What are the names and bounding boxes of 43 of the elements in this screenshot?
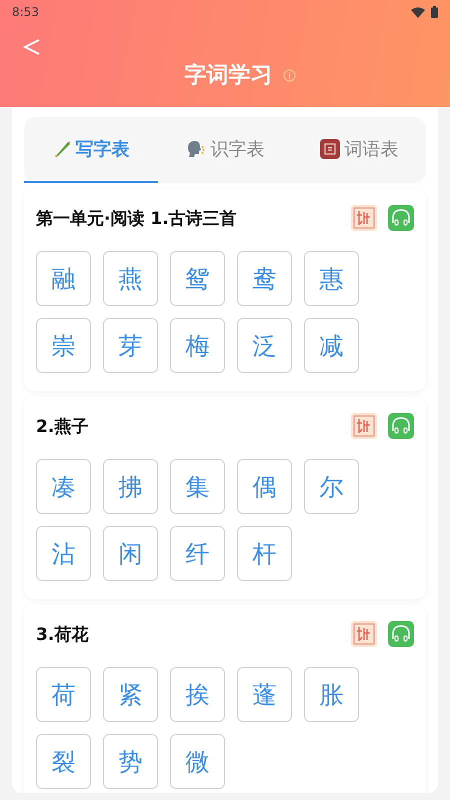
character-tile[interactable]: 芽 [103, 318, 158, 373]
lesson-title: 2.燕子 [36, 416, 90, 438]
character-tile[interactable]: 泛 [237, 318, 292, 373]
character-tile[interactable]: 减 [304, 318, 359, 373]
lesson-title: 第一单元·阅读 1.古诗三首 [36, 208, 238, 230]
lesson-title: 3.荷花 [36, 624, 90, 646]
character-tile[interactable]: 惠 [304, 251, 359, 306]
status-time: 8:53 [12, 5, 39, 19]
battery-icon [431, 6, 438, 18]
character-tile[interactable]: 梅 [170, 318, 225, 373]
character-tile[interactable]: 势 [103, 734, 158, 789]
character-tile[interactable]: 集 [170, 459, 225, 514]
pencil-icon [52, 140, 70, 158]
character-tile[interactable]: 尔 [304, 459, 359, 514]
character-tile[interactable]: 闲 [103, 526, 158, 581]
character-tile[interactable]: 鸳 [170, 251, 225, 306]
speaking-head-icon [186, 140, 206, 158]
tab[interactable]: 词语表 [292, 117, 426, 183]
headphones-icon[interactable] [388, 205, 414, 231]
character-tile[interactable]: 沾 [36, 526, 91, 581]
character-tile[interactable]: 挨 [170, 667, 225, 722]
character-tile[interactable]: 拂 [103, 459, 158, 514]
character-tile[interactable]: 纤 [170, 526, 225, 581]
character-tile[interactable]: 杆 [237, 526, 292, 581]
character-tile[interactable]: 偶 [237, 459, 292, 514]
character-tile[interactable]: 鸯 [237, 251, 292, 306]
headphones-icon[interactable] [388, 413, 414, 439]
character-tile[interactable]: 崇 [36, 318, 91, 373]
tab[interactable]: 识字表 [158, 117, 292, 183]
character-tile[interactable]: 燕 [103, 251, 158, 306]
page-title: 字词学习 [184, 62, 272, 90]
character-tile[interactable]: 胀 [304, 667, 359, 722]
character-tile[interactable]: 紧 [103, 667, 158, 722]
wifi-icon [411, 6, 425, 18]
character-tile[interactable]: 蓬 [237, 667, 292, 722]
tab[interactable]: 写字表 [24, 117, 158, 183]
character-tile[interactable]: 融 [36, 251, 91, 306]
character-tile[interactable]: 凑 [36, 459, 91, 514]
headphones-icon[interactable] [388, 621, 414, 647]
character-tile[interactable]: 微 [170, 734, 225, 789]
info-icon[interactable] [282, 68, 296, 82]
character-tile[interactable]: 裂 [36, 734, 91, 789]
character-tile[interactable]: 荷 [36, 667, 91, 722]
